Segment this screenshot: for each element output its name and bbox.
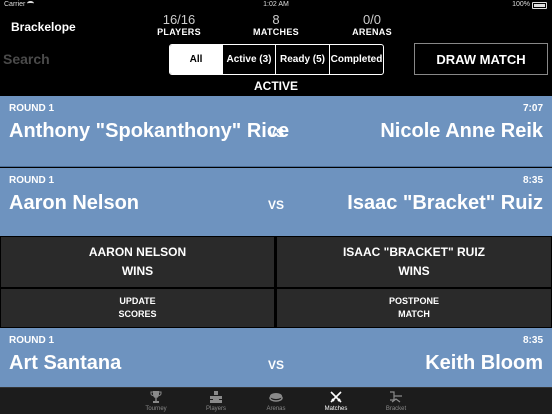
player-two-wins-button[interactable]: ISAAC "BRACKET" RUIZ WINS <box>277 237 551 287</box>
match-time: 8:35 <box>522 335 543 346</box>
player-two-name: Keith Bloom <box>425 352 543 374</box>
search-input[interactable] <box>3 49 153 69</box>
arenas-label: ARENAS <box>352 27 392 37</box>
match-filter-control: All Active (3) Ready (5) Completed <box>169 44 384 75</box>
update-label: UPDATE <box>119 296 156 306</box>
tab-bracket[interactable]: Bracket <box>366 388 426 414</box>
scores-label: SCORES <box>118 309 157 319</box>
players-icon <box>210 391 222 403</box>
section-header-active: ACTIVE <box>253 79 298 93</box>
versus-label: VS <box>267 126 284 140</box>
players-count: 16/16 <box>162 12 196 27</box>
match-time: 8:35 <box>522 175 543 186</box>
postpone-label: POSTPONE <box>388 296 439 306</box>
match-label: MATCH <box>398 309 430 319</box>
tab-label: Bracket <box>385 406 407 412</box>
arenas-count: 0/0 <box>362 12 382 27</box>
arena-icon <box>269 393 283 402</box>
match-card[interactable]: ROUND 1 8:35 Art Santana VS Keith Bloom <box>0 328 552 387</box>
battery-icon <box>532 2 547 9</box>
arenas-stat: 0/0 ARENAS <box>337 12 407 37</box>
app-title: Brackelope <box>11 20 76 34</box>
filter-all[interactable]: All <box>170 45 223 74</box>
players-stat: 16/16 PLAYERS <box>144 12 214 37</box>
tab-matches[interactable]: Matches <box>306 388 366 414</box>
player-one-name: Anthony "Spokanthony" Rice <box>9 120 290 142</box>
match-round: ROUND 1 <box>9 335 55 346</box>
trophy-icon <box>150 391 162 403</box>
battery-percentage: 100% <box>512 1 530 8</box>
player-one-name: Art Santana <box>9 352 122 374</box>
winner-name: ISAAC "BRACKET" RUIZ <box>342 245 486 259</box>
tab-tourney[interactable]: Tourney <box>126 388 186 414</box>
versus-label: VS <box>267 198 284 212</box>
player-one-wins-button[interactable]: AARON NELSON WINS <box>1 237 274 287</box>
bracket-icon <box>390 391 402 403</box>
match-list[interactable]: ROUND 1 7:07 Anthony "Spokanthony" Rice … <box>0 96 552 387</box>
filter-ready[interactable]: Ready (5) <box>276 45 330 74</box>
winner-name: AARON NELSON <box>88 245 187 259</box>
match-card[interactable]: ROUND 1 8:35 Aaron Nelson VS Isaac "Brac… <box>0 168 552 236</box>
player-two-name: Nicole Anne Reik <box>380 120 543 142</box>
tab-players[interactable]: Players <box>186 388 246 414</box>
matches-count: 8 <box>272 12 280 27</box>
player-one-name: Aaron Nelson <box>9 192 140 214</box>
match-actions-panel: AARON NELSON WINS ISAAC "BRACKET" RUIZ W… <box>0 236 552 328</box>
player-two-name: Isaac "Bracket" Ruiz <box>347 192 543 214</box>
filter-active[interactable]: Active (3) <box>223 45 276 74</box>
players-label: PLAYERS <box>157 27 201 37</box>
wins-label: WINS <box>121 264 154 278</box>
match-card[interactable]: ROUND 1 7:07 Anthony "Spokanthony" Rice … <box>0 96 552 167</box>
match-time: 7:07 <box>522 103 543 114</box>
draw-match-button[interactable]: DRAW MATCH <box>414 43 548 75</box>
match-round: ROUND 1 <box>9 103 55 114</box>
versus-label: VS <box>267 358 284 372</box>
tab-label: Arenas <box>266 406 286 412</box>
clock: 1:02 AM <box>263 1 289 8</box>
status-bar: Carrier 1:02 AM 100% <box>0 0 552 11</box>
wins-label: WINS <box>398 264 430 278</box>
tab-bar: Tourney Players Arenas Matches Bracket <box>0 387 552 414</box>
update-scores-button[interactable]: UPDATE SCORES <box>1 289 274 327</box>
matches-stat: 8 MATCHES <box>241 12 311 37</box>
tab-arenas[interactable]: Arenas <box>246 388 306 414</box>
match-round: ROUND 1 <box>9 175 55 186</box>
tab-label: Tourney <box>145 406 167 412</box>
filter-completed[interactable]: Completed <box>330 45 383 74</box>
tab-label: Matches <box>324 406 348 412</box>
matches-label: MATCHES <box>253 27 299 37</box>
crossed-swords-icon <box>330 391 342 403</box>
tab-label: Players <box>205 406 226 412</box>
postpone-match-button[interactable]: POSTPONE MATCH <box>277 289 551 327</box>
